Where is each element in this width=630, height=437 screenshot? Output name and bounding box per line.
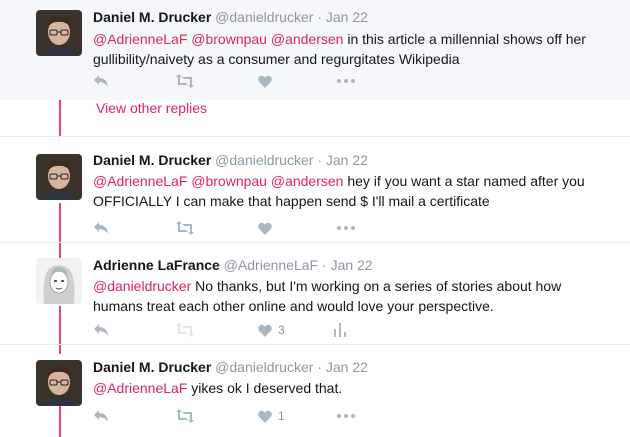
retweet-icon xyxy=(176,323,194,337)
tweet-body-line2: humans treat each other online and would… xyxy=(93,298,494,314)
display-name[interactable]: Daniel M. Drucker xyxy=(93,9,211,25)
timestamp[interactable]: Jan 22 xyxy=(326,359,368,375)
tweet-body-line2: OFFICIALLY I can make that happen send $… xyxy=(93,193,490,209)
user-handle[interactable]: @danieldrucker xyxy=(215,9,313,25)
tweet-header: Daniel M. Drucker @danieldrucker · Jan 2… xyxy=(93,358,610,376)
heart-icon xyxy=(258,75,272,88)
mentions[interactable]: @AdrienneLaF xyxy=(93,380,187,396)
avatar[interactable] xyxy=(36,10,82,56)
tweet[interactable]: Daniel M. Drucker @danieldrucker · Jan 2… xyxy=(0,345,630,437)
tweet-header: Daniel M. Drucker @danieldrucker · Jan 2… xyxy=(93,151,610,169)
tweet-header: Daniel M. Drucker @danieldrucker · Jan 2… xyxy=(93,8,610,26)
like-count: 3 xyxy=(278,323,285,337)
tweet-body-line1: No thanks, but I'm working on a series o… xyxy=(191,278,562,294)
mentions[interactable]: @AdrienneLaF @brownpau @andersen xyxy=(93,173,343,189)
like-count: 1 xyxy=(278,409,285,423)
reply-button[interactable] xyxy=(93,320,109,340)
more-icon xyxy=(337,226,355,230)
tweet[interactable]: Adrienne LaFrance @AdrienneLaF · Jan 22 … xyxy=(0,243,630,343)
analytics-icon xyxy=(334,323,346,337)
analytics-button[interactable] xyxy=(334,320,346,340)
reply-icon xyxy=(94,324,108,336)
tweet-text: @danieldrucker No thanks, but I'm workin… xyxy=(93,276,610,316)
more-icon xyxy=(337,79,355,83)
reply-button[interactable] xyxy=(93,406,109,426)
tweet-text: @AdrienneLaF yikes ok I deserved that. xyxy=(93,378,610,398)
tweet-body-line1: hey if you want a star named after you xyxy=(343,173,585,189)
tweet[interactable]: Daniel M. Drucker @danieldrucker · Jan 2… xyxy=(0,0,630,100)
like-button[interactable] xyxy=(258,218,278,238)
avatar[interactable] xyxy=(36,258,82,304)
more-button[interactable] xyxy=(337,218,355,238)
tweet-text: @AdrienneLaF @brownpau @andersen in this… xyxy=(93,29,610,69)
more-button[interactable] xyxy=(337,71,355,91)
retweet-icon xyxy=(176,221,194,235)
retweet-icon xyxy=(176,409,194,423)
reply-icon xyxy=(94,222,108,234)
avatar[interactable] xyxy=(36,360,82,406)
tweet-body-line1: in this article a millennial shows off h… xyxy=(343,31,586,47)
retweet-button[interactable] xyxy=(176,406,194,426)
tweet-body-line2: gullibility/naivety as a consumer and re… xyxy=(93,51,460,67)
avatar[interactable] xyxy=(36,154,82,200)
mentions[interactable]: @danieldrucker xyxy=(93,278,191,294)
separator-dot: · xyxy=(317,359,322,375)
like-button[interactable] xyxy=(258,71,278,91)
timestamp[interactable]: Jan 22 xyxy=(331,257,373,273)
view-other-replies-link[interactable]: View other replies xyxy=(96,100,207,116)
display-name[interactable]: Daniel M. Drucker xyxy=(93,152,211,168)
separator-dot: · xyxy=(322,257,327,273)
tweet-text: @AdrienneLaF @brownpau @andersen hey if … xyxy=(93,171,610,211)
user-handle[interactable]: @AdrienneLaF xyxy=(224,257,318,273)
reply-button[interactable] xyxy=(93,71,109,91)
more-button[interactable] xyxy=(337,406,355,426)
separator-dot: · xyxy=(317,9,322,25)
user-handle[interactable]: @danieldrucker xyxy=(215,359,313,375)
like-button[interactable]: 3 xyxy=(258,320,285,340)
tweet[interactable]: Daniel M. Drucker @danieldrucker · Jan 2… xyxy=(0,137,630,242)
tweet-header: Adrienne LaFrance @AdrienneLaF · Jan 22 xyxy=(93,256,610,274)
display-name[interactable]: Daniel M. Drucker xyxy=(93,359,211,375)
timestamp[interactable]: Jan 22 xyxy=(326,152,368,168)
mentions[interactable]: @AdrienneLaF @brownpau @andersen xyxy=(93,31,343,47)
retweet-button[interactable] xyxy=(176,71,194,91)
reply-icon xyxy=(94,75,108,87)
reply-icon xyxy=(94,410,108,422)
like-button[interactable]: 1 xyxy=(258,406,285,426)
reply-button[interactable] xyxy=(93,218,109,238)
retweet-button[interactable] xyxy=(176,320,194,340)
separator-dot: · xyxy=(317,152,322,168)
more-icon xyxy=(337,414,355,418)
heart-icon xyxy=(258,222,272,235)
timestamp[interactable]: Jan 22 xyxy=(326,9,368,25)
tweet-body-line1: yikes ok I deserved that. xyxy=(187,380,343,396)
retweet-button[interactable] xyxy=(176,218,194,238)
heart-icon xyxy=(258,324,272,337)
user-handle[interactable]: @danieldrucker xyxy=(215,152,313,168)
retweet-icon xyxy=(176,74,194,88)
display-name[interactable]: Adrienne LaFrance xyxy=(93,257,220,273)
heart-icon xyxy=(258,410,272,423)
